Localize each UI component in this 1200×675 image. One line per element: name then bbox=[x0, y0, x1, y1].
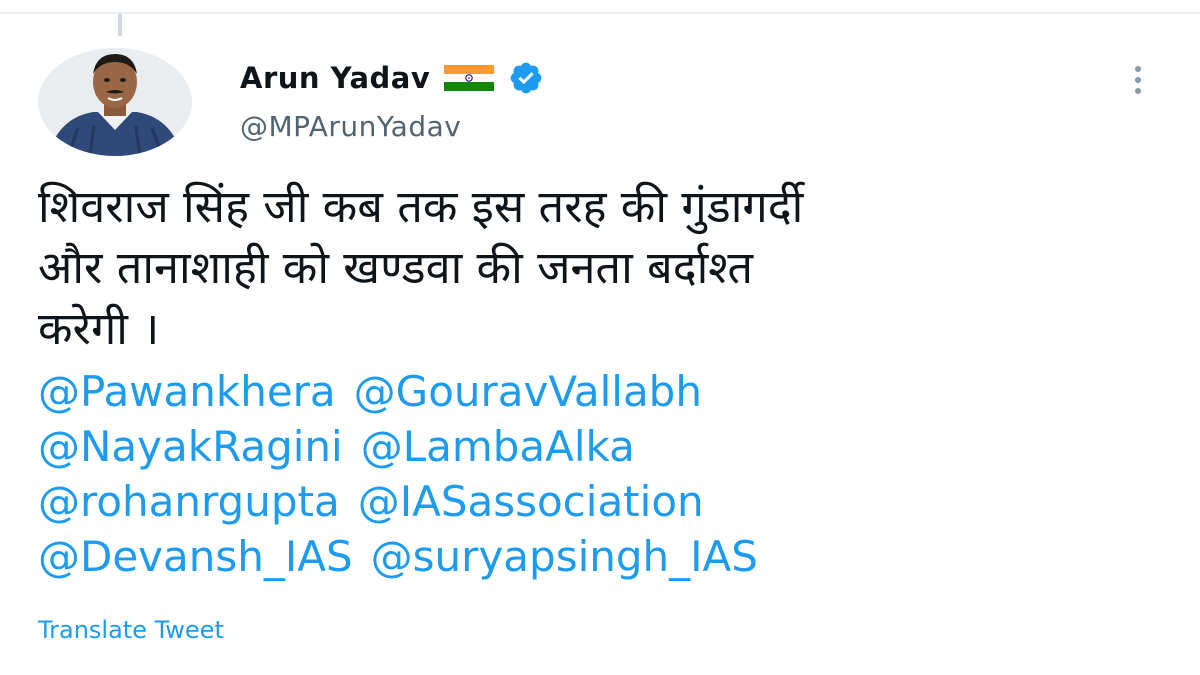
tweet-text-line: और तानाशाही को खण्डवा की जनता बर्दाश्त bbox=[38, 241, 754, 294]
mention-link[interactable]: @suryapsingh_IAS bbox=[371, 532, 758, 581]
avatar-image bbox=[38, 48, 192, 156]
more-options-icon[interactable] bbox=[1122, 62, 1154, 98]
more-dot bbox=[1135, 88, 1141, 94]
mention-line: @Pawankhera @GouravVallabh bbox=[38, 364, 1168, 419]
author-handle[interactable]: @MPArunYadav bbox=[240, 110, 461, 143]
mention-link[interactable]: @rohanrgupta bbox=[38, 477, 340, 526]
mention-link[interactable]: @NayakRagini bbox=[38, 422, 343, 471]
tweet-text-line: शिवराज सिंह जी कब तक इस तरह की गुंडागर्द… bbox=[38, 180, 804, 233]
mention-line: @rohanrgupta @IASassociation bbox=[38, 474, 1168, 529]
translate-tweet-link[interactable]: Translate Tweet bbox=[38, 616, 224, 644]
mention-line: @Devansh_IAS @suryapsingh_IAS bbox=[38, 529, 1168, 584]
top-divider bbox=[0, 12, 1200, 14]
author-row: Arun Yadav bbox=[240, 58, 544, 98]
mention-link[interactable]: @Pawankhera bbox=[38, 367, 336, 416]
display-name[interactable]: Arun Yadav bbox=[240, 61, 430, 95]
mention-link[interactable]: @GouravVallabh bbox=[354, 367, 702, 416]
mentions-block: @Pawankhera @GouravVallabh @NayakRagini @L… bbox=[38, 364, 1168, 584]
thread-connector bbox=[118, 14, 122, 36]
india-flag-icon bbox=[444, 65, 495, 91]
mention-line: @NayakRagini @LambaAlka bbox=[38, 419, 1168, 474]
mention-link[interactable]: @Devansh_IAS bbox=[38, 532, 353, 581]
more-dot bbox=[1135, 77, 1141, 83]
more-dot bbox=[1135, 66, 1141, 72]
mention-link[interactable]: @LambaAlka bbox=[361, 422, 635, 471]
verified-badge-icon bbox=[510, 62, 542, 94]
tweet-text-line: करेगी । bbox=[38, 302, 160, 355]
mention-link[interactable]: @IASassociation bbox=[358, 477, 704, 526]
avatar[interactable] bbox=[38, 48, 192, 156]
tweet-text: शिवराज सिंह जी कब तक इस तरह की गुंडागर्द… bbox=[38, 176, 1168, 359]
